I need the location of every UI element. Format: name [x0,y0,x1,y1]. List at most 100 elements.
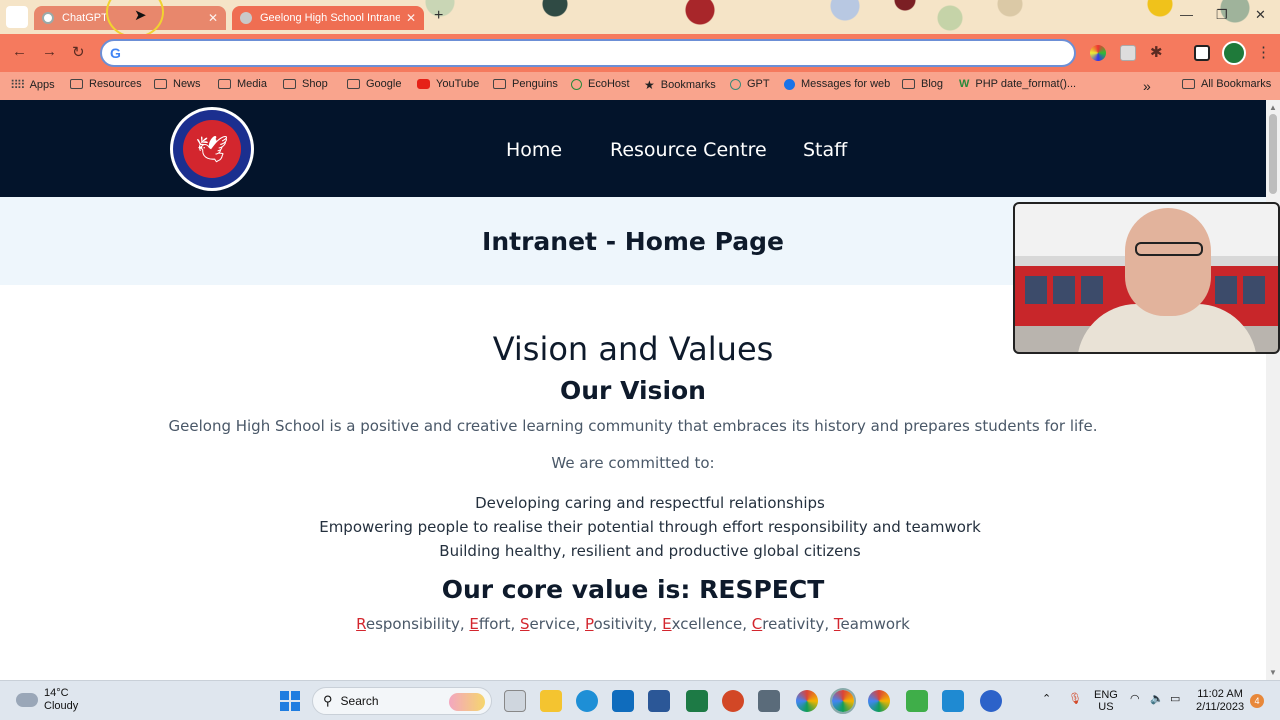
nav-home[interactable]: Home [506,139,562,161]
webcam-poster [1053,276,1075,304]
value-initial: E [469,615,479,633]
weather-temp: 14°C [44,687,69,699]
tab-close-icon[interactable]: ✕ [208,11,218,25]
scroll-up-icon[interactable]: ▲ [1269,103,1277,112]
notification-badge[interactable]: 4 [1250,694,1264,708]
bookmark-apps[interactable]: ⠿⠿ Apps [10,78,55,92]
back-arrow-icon[interactable]: ← [12,43,27,60]
gpt-icon [730,78,741,90]
more-menu-icon[interactable]: ⋮ [1256,43,1271,61]
powerpoint-icon[interactable] [722,690,744,712]
value-rest: eamwork [840,615,910,633]
tray-chevron-up-icon[interactable]: ⌃ [1042,693,1051,705]
value-initial: T [833,615,841,633]
google-g-icon: G [110,45,121,61]
battery-icon[interactable]: ▭ [1170,693,1180,705]
profile-window-icon[interactable] [6,6,28,28]
taskbar-search[interactable]: ⚲ Search [312,687,492,715]
value-rest: xcellence [671,615,743,633]
forward-arrow-icon[interactable]: → [42,43,57,60]
mouse-pointer-icon: ➤ [134,7,147,24]
app-gear-icon[interactable] [980,690,1002,712]
excel-icon[interactable] [686,690,708,712]
address-bar[interactable]: G [100,39,1076,67]
bookmark-bookmarks[interactable]: ★ Bookmarks [644,78,716,92]
value-initial: S [520,615,530,633]
folder-icon [283,79,296,89]
windows-start-icon[interactable] [280,691,300,711]
bookmark-all-bookmarks[interactable]: All Bookmarks [1182,78,1271,90]
scroll-down-icon[interactable]: ▼ [1269,668,1277,677]
folder-icon [347,79,360,89]
bookmark-youtube[interactable]: YouTube [417,78,479,90]
folder-icon [493,79,506,89]
store-icon[interactable] [758,690,780,712]
school-logo[interactable]: 🕊 [170,107,254,191]
list-item: Building healthy, resilient and producti… [439,542,861,560]
system-clock[interactable]: 11:02 AM 2/11/2023 [1196,688,1244,714]
outlook-icon[interactable] [612,690,634,712]
bookmark-ecohost[interactable]: EcoHost [571,78,630,90]
chrome-active-icon[interactable] [830,688,856,714]
list-item: Empowering people to realise their poten… [319,518,981,536]
webcam-person-head [1125,208,1211,316]
profile-avatar[interactable] [1222,41,1246,65]
bookmark-media[interactable]: Media [218,78,267,90]
bookmark-php[interactable]: W PHP date_format()... [959,78,1076,90]
browser-toolbar: ← → ↻ G ✱ ⋮ [0,34,1280,72]
value-initial: C [751,615,763,633]
webcam-overlay [1013,202,1280,354]
webcam-poster [1025,276,1047,304]
folder-icon [154,79,167,89]
value-rest: esponsibility [365,615,460,633]
bookmark-google[interactable]: Google [347,78,401,90]
scrollbar-thumb[interactable] [1269,114,1277,194]
extension-icon[interactable] [1120,45,1136,61]
new-tab-plus-icon[interactable]: + [434,7,443,25]
nav-staff[interactable]: Staff [803,139,847,161]
window-close-icon[interactable]: ✕ [1255,7,1266,23]
bookmark-news[interactable]: News [154,78,201,90]
file-explorer-icon[interactable] [540,690,562,712]
microphone-icon[interactable]: 🎙 [1068,693,1082,705]
chrome-canary-icon[interactable] [796,690,818,712]
bookmark-gpt[interactable]: GPT [730,78,770,90]
apps-grid-icon: ⠿⠿ [10,78,26,92]
notepad-plus-icon[interactable] [906,690,928,712]
weather-widget[interactable]: 14°C Cloudy [16,687,78,713]
page-scrollbar[interactable]: ▲ ▼ [1266,100,1280,680]
bookmark-messages[interactable]: Messages for web [784,78,890,90]
clock-time: 11:02 AM [1197,688,1243,700]
edge-icon[interactable] [576,690,598,712]
bookmarks-overflow-icon[interactable]: » [1143,78,1151,94]
color-extension-icon[interactable] [1090,45,1106,61]
core-value-heading: Our core value is: RESPECT [441,575,825,604]
commitment-list: Developing caring and respectful relatio… [0,491,1280,563]
bookmark-blog[interactable]: Blog [902,78,943,90]
star-icon: ★ [644,78,655,92]
volume-icon[interactable]: 🔈 [1150,693,1164,705]
bookmark-shop[interactable]: Shop [283,78,328,90]
list-item: Developing caring and respectful relatio… [475,494,825,512]
task-view-icon[interactable] [504,690,526,712]
language-indicator[interactable]: ENG US [1094,689,1118,713]
minimize-icon[interactable]: — [1180,7,1193,22]
side-panel-icon[interactable] [1194,45,1210,61]
tab-close-icon[interactable]: ✕ [406,11,416,25]
bookmark-resources[interactable]: Resources [70,78,142,90]
folder-icon [70,79,83,89]
nav-resource-centre[interactable]: Resource Centre [610,139,767,161]
tab-geelong-intranet[interactable]: Geelong High School Intranet ✕ [232,6,424,30]
word-icon[interactable] [648,690,670,712]
chatgpt-favicon-icon [42,12,54,24]
reload-icon[interactable]: ↻ [72,43,85,61]
youtube-icon [417,79,430,89]
value-rest: reativity [762,615,825,633]
chrome-icon[interactable] [868,690,890,712]
restore-icon[interactable]: ❐ [1216,7,1228,23]
vscode-icon[interactable] [942,690,964,712]
wifi-icon[interactable]: ◠ [1130,693,1140,705]
puzzle-extensions-icon[interactable]: ✱ [1150,43,1163,61]
bookmark-penguins[interactable]: Penguins [493,78,558,90]
messages-icon [784,78,795,90]
